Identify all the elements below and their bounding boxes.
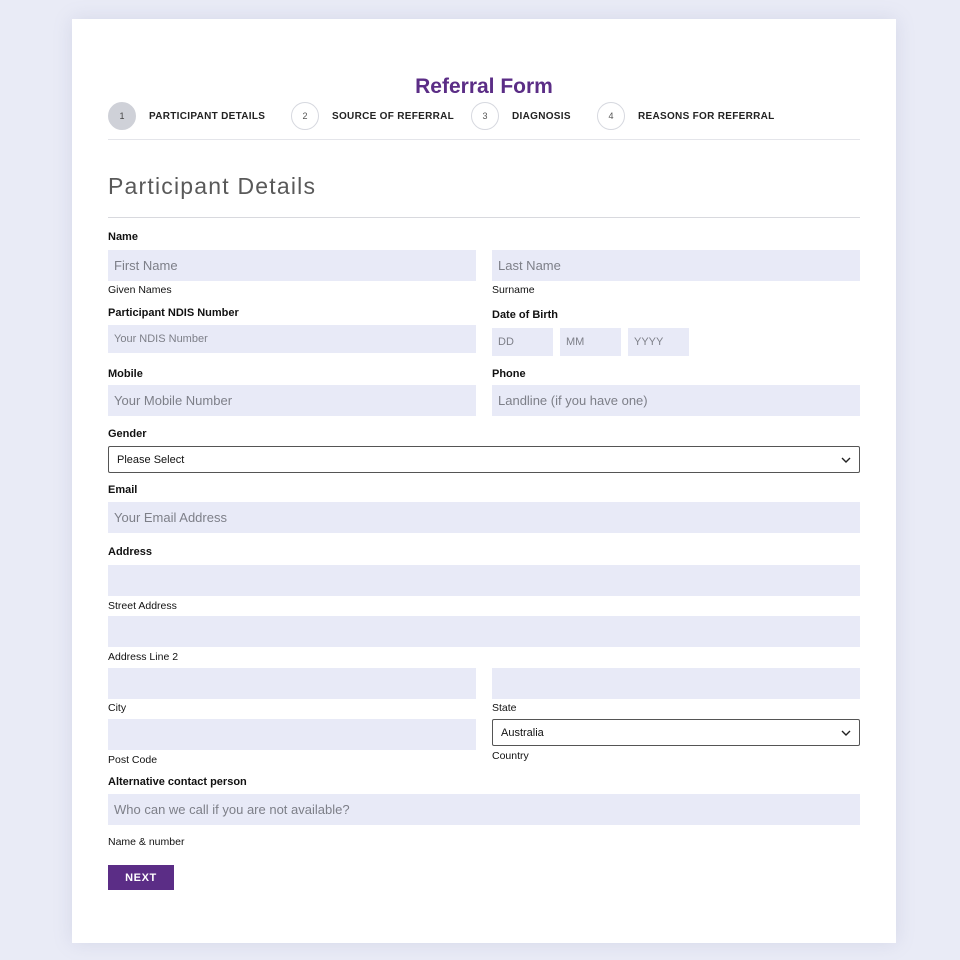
section-divider (108, 217, 860, 218)
dob-label: Date of Birth (492, 309, 558, 321)
step-label: REASONS FOR REFERRAL (638, 110, 775, 122)
last-name-sublabel: Surname (492, 284, 535, 296)
gender-select-value: Please Select (117, 453, 185, 466)
address-line2-input[interactable] (108, 616, 860, 647)
email-label: Email (108, 484, 138, 496)
city-sublabel: City (108, 702, 127, 714)
gender-select[interactable]: Please Select (108, 446, 860, 473)
form-card: Referral Form 1 PARTICIPANT DETAILS 2 SO… (72, 19, 896, 943)
step-label: DIAGNOSIS (512, 110, 571, 122)
state-sublabel: State (492, 702, 517, 714)
first-name-sublabel: Given Names (108, 284, 172, 296)
address-line2-sublabel: Address Line 2 (108, 651, 179, 663)
ndis-label: Participant NDIS Number (108, 307, 239, 319)
street-address-sublabel: Street Address (108, 600, 177, 612)
country-select-value: Australia (501, 726, 544, 739)
step-source-of-referral[interactable]: 2 SOURCE OF REFERRAL (291, 102, 454, 130)
steps-divider (108, 139, 860, 140)
address-label: Address (108, 546, 153, 558)
next-button[interactable]: NEXT (108, 865, 174, 890)
country-sublabel: Country (492, 750, 529, 762)
city-input[interactable] (108, 668, 476, 699)
dob-month-input[interactable] (560, 328, 621, 356)
section-title: Participant Details (108, 173, 317, 199)
phone-input[interactable] (492, 385, 860, 416)
email-input[interactable] (108, 502, 860, 533)
step-participant-details[interactable]: 1 PARTICIPANT DETAILS (108, 102, 265, 130)
mobile-label: Mobile (108, 368, 143, 380)
step-number: 3 (471, 102, 499, 130)
step-label: SOURCE OF REFERRAL (332, 110, 455, 122)
dob-day-input[interactable] (492, 328, 553, 356)
name-label: Name (108, 231, 138, 243)
mobile-input[interactable] (108, 385, 476, 416)
last-name-input[interactable] (492, 250, 860, 281)
first-name-input[interactable] (108, 250, 476, 281)
post-code-input[interactable] (108, 719, 476, 750)
step-number: 1 (108, 102, 136, 130)
country-select[interactable]: Australia (492, 719, 860, 746)
chevron-down-icon (841, 728, 851, 738)
dob-year-input[interactable] (628, 328, 689, 356)
ndis-number-input[interactable] (108, 325, 476, 353)
step-diagnosis[interactable]: 3 DIAGNOSIS (471, 102, 571, 130)
chevron-down-icon (841, 455, 851, 465)
step-label: PARTICIPANT DETAILS (149, 110, 266, 122)
step-reasons-for-referral[interactable]: 4 REASONS FOR REFERRAL (597, 102, 775, 130)
post-code-sublabel: Post Code (108, 754, 158, 766)
alt-contact-sublabel: Name & number (108, 836, 185, 848)
step-progress: 1 PARTICIPANT DETAILS 2 SOURCE OF REFERR… (108, 102, 860, 140)
step-number: 2 (291, 102, 319, 130)
phone-label: Phone (492, 368, 526, 380)
step-number: 4 (597, 102, 625, 130)
form-title: Referral Form (415, 75, 553, 98)
alt-contact-input[interactable] (108, 794, 860, 825)
gender-label: Gender (108, 428, 147, 440)
street-address-input[interactable] (108, 565, 860, 596)
alt-contact-label: Alternative contact person (108, 776, 247, 788)
state-input[interactable] (492, 668, 860, 699)
